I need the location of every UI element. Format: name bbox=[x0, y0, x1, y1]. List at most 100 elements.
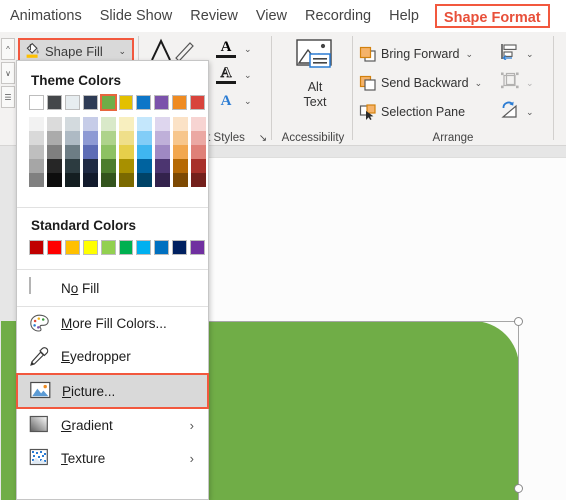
shape-fill-dropdown-menu[interactable]: Theme Colors Standard Colors No Fill Mor… bbox=[16, 60, 209, 500]
tab-help[interactable]: Help bbox=[380, 0, 428, 32]
text-outline-button[interactable]: A ⌄ bbox=[215, 62, 265, 88]
standard-swatch-dark-red[interactable] bbox=[29, 240, 44, 255]
variant-cell[interactable] bbox=[173, 173, 188, 187]
variant-cell[interactable] bbox=[65, 145, 80, 159]
variant-cell[interactable] bbox=[119, 131, 134, 145]
stub-button-3[interactable]: ☰ bbox=[1, 86, 15, 108]
variant-cell[interactable] bbox=[155, 131, 170, 145]
variant-cell[interactable] bbox=[101, 145, 116, 159]
variant-cell[interactable] bbox=[191, 173, 206, 187]
stub-button-1[interactable]: ^ bbox=[1, 38, 15, 60]
standard-swatch-dark-blue[interactable] bbox=[172, 240, 188, 255]
variant-cell[interactable] bbox=[101, 159, 116, 173]
variant-cell[interactable] bbox=[65, 173, 80, 187]
align-objects-button[interactable]: ⌄ bbox=[500, 43, 534, 65]
selection-pane-button[interactable]: Selection Pane bbox=[359, 101, 465, 123]
slide-surface[interactable] bbox=[1, 157, 566, 500]
variant-cell[interactable] bbox=[101, 131, 116, 145]
variant-cell[interactable] bbox=[137, 173, 152, 187]
tab-review[interactable]: Review bbox=[181, 0, 247, 32]
chevron-right-icon[interactable]: › bbox=[190, 418, 194, 433]
theme-swatch-light-bg[interactable] bbox=[64, 95, 80, 110]
variant-cell[interactable] bbox=[29, 159, 44, 173]
standard-swatch-yellow[interactable] bbox=[82, 240, 98, 255]
variant-cell[interactable] bbox=[47, 145, 62, 159]
standard-swatch-red[interactable] bbox=[46, 240, 62, 255]
rotate-objects-button[interactable]: ⌄ bbox=[500, 101, 534, 123]
menu-item-texture[interactable]: Texture › bbox=[17, 442, 208, 475]
theme-swatch-white[interactable] bbox=[29, 95, 44, 110]
chevron-down-icon[interactable]: ⌄ bbox=[526, 49, 534, 60]
send-backward-button[interactable]: Send Backward ⌄ bbox=[359, 72, 482, 94]
variant-cell[interactable] bbox=[101, 173, 116, 187]
chevron-down-icon[interactable]: ⌄ bbox=[244, 44, 252, 55]
variant-cell[interactable] bbox=[137, 145, 152, 159]
variant-cell[interactable] bbox=[47, 131, 62, 145]
standard-swatch-orange[interactable] bbox=[64, 240, 80, 255]
theme-swatch-orange[interactable] bbox=[172, 95, 188, 110]
variant-cell[interactable] bbox=[65, 117, 80, 131]
tab-slide-show[interactable]: Slide Show bbox=[91, 0, 182, 32]
chevron-down-icon[interactable]: ⌄ bbox=[466, 49, 474, 60]
variant-cell[interactable] bbox=[29, 173, 44, 187]
standard-swatch-purple[interactable] bbox=[190, 240, 206, 255]
variant-cell[interactable] bbox=[191, 117, 206, 131]
variant-cell[interactable] bbox=[119, 117, 134, 131]
variant-cell[interactable] bbox=[47, 173, 62, 187]
standard-swatch-light-green[interactable] bbox=[100, 240, 116, 255]
variant-cell[interactable] bbox=[83, 131, 98, 145]
variant-cell[interactable] bbox=[155, 173, 170, 187]
variant-cell[interactable] bbox=[191, 159, 206, 173]
variant-cell[interactable] bbox=[137, 117, 152, 131]
variant-cell[interactable] bbox=[83, 159, 98, 173]
variant-cell[interactable] bbox=[137, 131, 152, 145]
theme-swatch-green[interactable] bbox=[99, 94, 117, 111]
theme-swatch-blue[interactable] bbox=[136, 95, 152, 110]
text-fill-button[interactable]: A ⌄ bbox=[215, 36, 265, 62]
menu-item-gradient[interactable]: Gradient › bbox=[17, 409, 208, 442]
variant-cell[interactable] bbox=[119, 145, 134, 159]
variant-cell[interactable] bbox=[65, 131, 80, 145]
chevron-down-icon[interactable]: ⌄ bbox=[475, 78, 483, 89]
menu-item-more-fill-colors[interactable]: More Fill Colors... bbox=[17, 307, 208, 340]
variant-cell[interactable] bbox=[191, 145, 206, 159]
variant-cell[interactable] bbox=[155, 117, 170, 131]
selection-handle-middle-right[interactable] bbox=[514, 484, 523, 493]
theme-swatch-dark-blue[interactable] bbox=[82, 95, 98, 110]
alt-text-button[interactable]: Alt Text bbox=[283, 37, 347, 110]
variant-cell[interactable] bbox=[47, 117, 62, 131]
variant-cell[interactable] bbox=[173, 159, 188, 173]
stub-button-2[interactable]: ∨ bbox=[1, 62, 15, 84]
chevron-down-icon[interactable]: ⌄ bbox=[244, 70, 252, 81]
theme-swatch-black-text[interactable] bbox=[46, 95, 62, 110]
variant-cell[interactable] bbox=[155, 145, 170, 159]
variant-cell[interactable] bbox=[29, 145, 44, 159]
bring-forward-button[interactable]: Bring Forward ⌄ bbox=[359, 43, 473, 65]
theme-swatch-red[interactable] bbox=[190, 95, 206, 110]
tab-animations[interactable]: Animations bbox=[0, 0, 91, 32]
theme-swatch-gold[interactable] bbox=[118, 95, 134, 110]
variant-cell[interactable] bbox=[65, 159, 80, 173]
menu-item-no-fill[interactable]: No Fill bbox=[17, 270, 208, 306]
variant-cell[interactable] bbox=[191, 131, 206, 145]
chevron-down-icon[interactable]: ⌄ bbox=[118, 46, 126, 57]
menu-item-picture[interactable]: Picture... bbox=[16, 373, 209, 409]
variant-cell[interactable] bbox=[119, 173, 134, 187]
variant-cell[interactable] bbox=[155, 159, 170, 173]
variant-cell[interactable] bbox=[83, 145, 98, 159]
menu-item-eyedropper[interactable]: Eyedropper bbox=[17, 340, 208, 373]
variant-cell[interactable] bbox=[29, 131, 44, 145]
selection-handle-top-right[interactable] bbox=[514, 317, 523, 326]
tab-view[interactable]: View bbox=[247, 0, 296, 32]
text-effects-button[interactable]: A ⌄ bbox=[215, 88, 265, 114]
dialog-launcher-icon[interactable]: ↘ bbox=[256, 133, 270, 144]
variant-cell[interactable] bbox=[47, 159, 62, 173]
theme-swatch-purple[interactable] bbox=[154, 95, 170, 110]
standard-swatch-light-blue[interactable] bbox=[136, 240, 152, 255]
chevron-down-icon[interactable]: ⌄ bbox=[526, 107, 534, 118]
variant-cell[interactable] bbox=[101, 117, 116, 131]
standard-swatch-blue[interactable] bbox=[154, 240, 170, 255]
variant-cell[interactable] bbox=[137, 159, 152, 173]
standard-swatch-green[interactable] bbox=[118, 240, 134, 255]
variant-cell[interactable] bbox=[173, 145, 188, 159]
